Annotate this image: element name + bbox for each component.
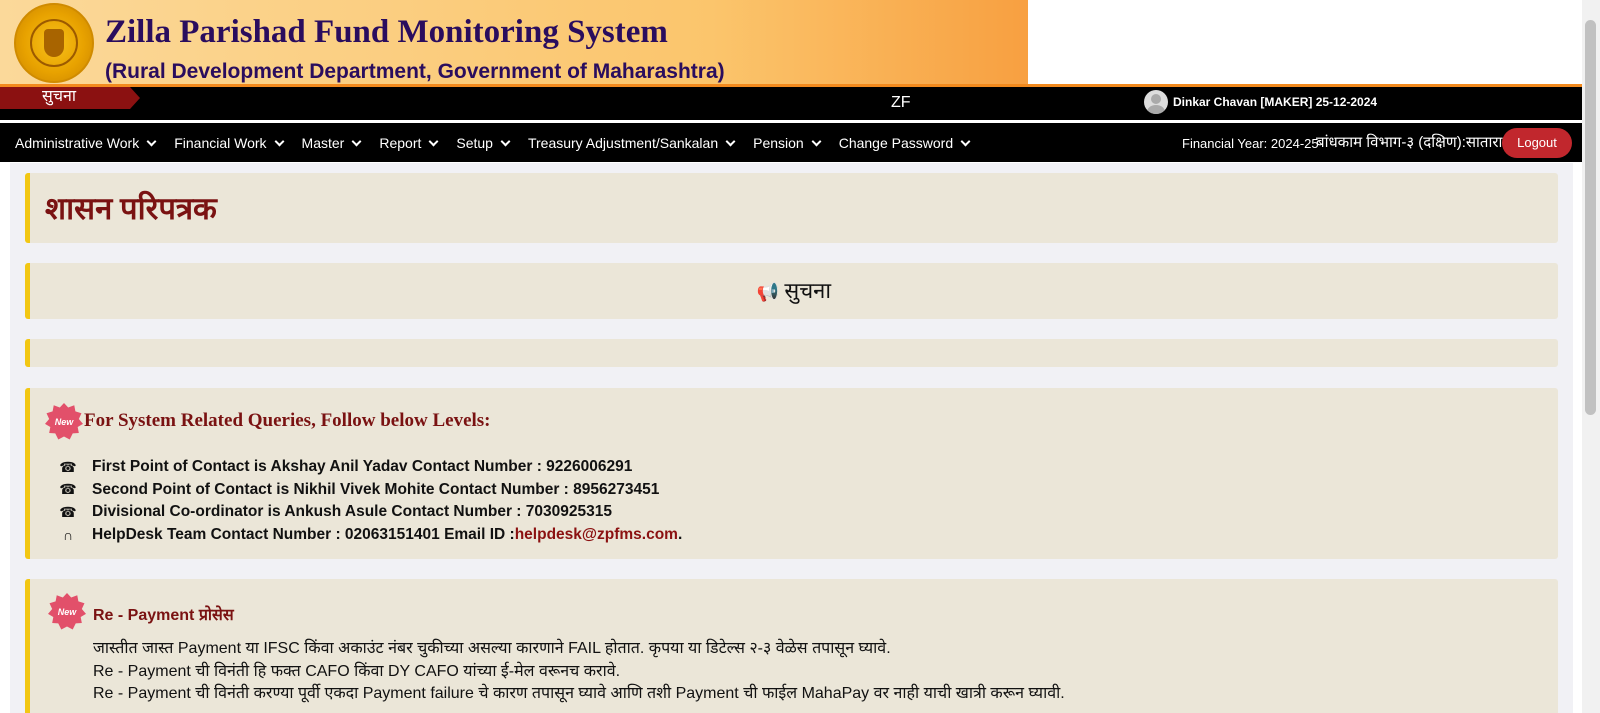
new-badge-icon: New [45, 403, 83, 440]
notice-marquee: ZF [891, 94, 911, 111]
contact-item: ☎ Divisional Co-ordinator is Ankush Asule… [59, 503, 612, 521]
circular-title: शासन परिपत्रक [45, 191, 217, 226]
chevron-down-icon [811, 136, 822, 146]
logout-button[interactable]: Logout [1502, 128, 1572, 158]
notice-panel: 📢 सुचना [25, 263, 1558, 319]
nav-report[interactable]: Report [379, 135, 439, 151]
nav-change-password[interactable]: Change Password [839, 135, 971, 151]
user-info: Dinkar Chavan [MAKER] 25-12-2024 [1144, 90, 1377, 114]
instruction-line: जास्तीत जास्त Payment या IFSC किंवा अकाउ… [93, 640, 891, 657]
phone-icon: ☎ [59, 481, 77, 498]
circular-panel: शासन परिपत्रक [25, 173, 1558, 243]
repayment-instructions: जास्तीत जास्त Payment या IFSC किंवा अकाउ… [93, 636, 1065, 704]
headset-icon: ∩ [62, 526, 74, 543]
nav-treasury-adjustment[interactable]: Treasury Adjustment/Sankalan [528, 135, 736, 151]
nav-financial-work[interactable]: Financial Work [174, 135, 284, 151]
contact-item: ☎ First Point of Contact is Akshay Anil Y… [59, 458, 633, 476]
chevron-down-icon [725, 136, 736, 146]
chevron-down-icon [146, 136, 157, 146]
nav-master[interactable]: Master [302, 135, 362, 151]
app-subtitle: (Rural Development Department, Governmen… [105, 60, 725, 83]
app-title: Zilla Parishad Fund Monitoring System [105, 14, 668, 50]
phone-icon: ☎ [59, 458, 77, 475]
queries-title: For System Related Queries, Follow below… [84, 410, 491, 431]
empty-panel [25, 339, 1558, 367]
scrollbar-thumb[interactable] [1585, 20, 1596, 415]
helpdesk-email-link[interactable]: helpdesk@zpfms.com [515, 526, 678, 544]
instruction-line: Re - Payment ची विनंती करण्या पूर्वी एकद… [93, 685, 1065, 702]
main-content: शासन परिपत्रक 📢 सुचना New For System Rela… [10, 163, 1573, 713]
nav-setup[interactable]: Setup [456, 135, 511, 151]
contact-item: ☎ Second Point of Contact is Nikhil Vivek… [59, 480, 660, 498]
chevron-down-icon [351, 136, 362, 146]
chevron-down-icon [960, 136, 971, 146]
notice-tag: सुचना [0, 87, 140, 109]
department-name: बांधकाम विभाग-३ (दक्षिण):सातारा [1316, 134, 1503, 151]
chevron-down-icon [500, 136, 511, 146]
phone-icon: ☎ [59, 503, 77, 520]
megaphone-icon: 📢 [756, 282, 780, 302]
notice-title: सुचना [784, 278, 832, 303]
page-scrollbar[interactable] [1582, 0, 1600, 713]
chevron-down-icon [274, 136, 284, 146]
new-badge-icon: New [48, 593, 86, 630]
maharashtra-emblem-icon [14, 3, 94, 83]
contact-item: ∩ HelpDesk Team Contact Number : 02063151… [58, 524, 682, 547]
financial-year: Financial Year: 2024-25 [1182, 136, 1319, 151]
nav-pension[interactable]: Pension [753, 135, 822, 151]
notice-bar: सुचना ZF Dinkar Chavan [MAKER] 25-12-202… [0, 87, 1582, 120]
repayment-title: Re - Payment प्रोसेस [93, 607, 234, 624]
nav-administrative-work[interactable]: Administrative Work [15, 135, 157, 151]
contact-list: ☎ First Point of Contact is Akshay Anil Y… [58, 456, 682, 546]
repayment-panel: New Re - Payment प्रोसेस जास्तीत जास्त P… [25, 579, 1558, 713]
main-nav: Administrative Work Financial Work Maste… [0, 121, 1582, 162]
chevron-down-icon [428, 136, 439, 146]
user-name-date: Dinkar Chavan [MAKER] 25-12-2024 [1173, 95, 1378, 109]
header-blank-area [1028, 0, 1582, 86]
queries-panel: New For System Related Queries, Follow b… [25, 388, 1558, 559]
instruction-line: Re - Payment ची विनंती हि फक्त CAFO किंव… [93, 662, 621, 680]
user-avatar-icon [1144, 90, 1168, 114]
